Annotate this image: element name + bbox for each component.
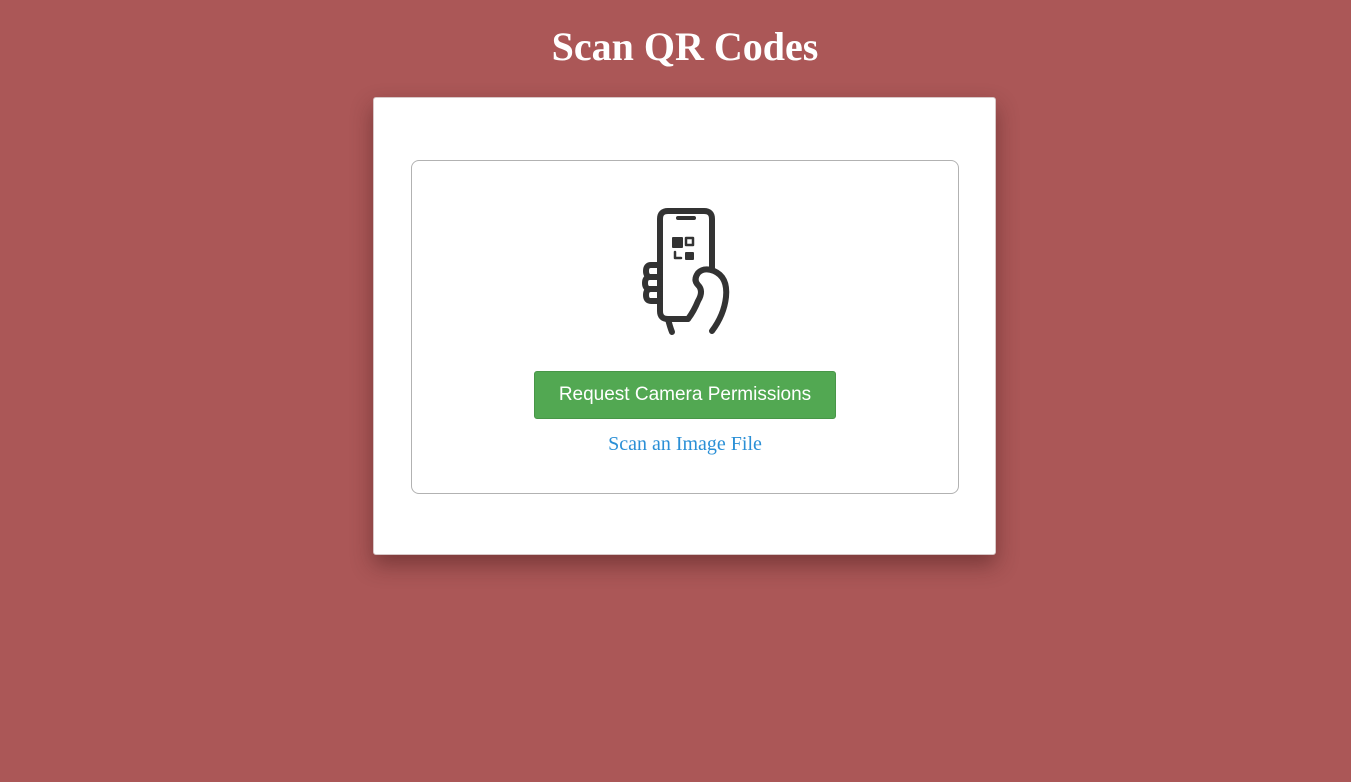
scanner-card: Request Camera Permissions Scan an Image… <box>373 97 996 555</box>
scan-image-file-link[interactable]: Scan an Image File <box>412 431 958 457</box>
scan-region: Request Camera Permissions Scan an Image… <box>411 160 959 494</box>
page-title: Scan QR Codes <box>551 24 819 69</box>
phone-qr-scan-icon <box>638 207 734 337</box>
request-camera-permissions-button[interactable]: Request Camera Permissions <box>534 371 836 419</box>
